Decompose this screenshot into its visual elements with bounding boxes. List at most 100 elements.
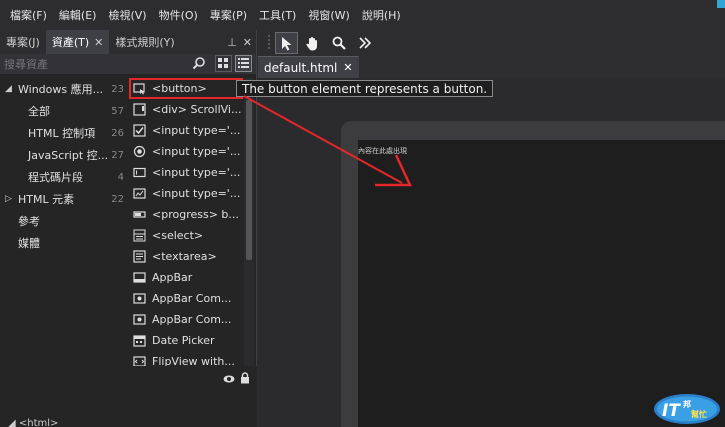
menu-item-3[interactable]: 物件(O): [153, 7, 204, 23]
zoom-tool-button[interactable]: [327, 32, 350, 54]
appbar-icon: [133, 271, 146, 284]
menu-item-6[interactable]: 視窗(W): [302, 7, 355, 23]
menu-item-5[interactable]: 工具(T): [253, 7, 302, 23]
asset-categories: ◢ Windows 應用... 23 全部 57 HTML 控制項 26 JavaScript…: [0, 78, 128, 370]
list-icon: [238, 58, 249, 68]
tab-label: 樣式規則(Y): [115, 36, 175, 49]
zoom-icon: [332, 36, 346, 50]
pointer-icon: [281, 36, 291, 50]
asset-item[interactable]: <div> ScrollVi...: [129, 99, 243, 120]
category-item[interactable]: HTML 控制項 26: [0, 122, 128, 144]
category-label: 參考: [18, 215, 40, 228]
checkbox-icon: [133, 124, 146, 137]
search-input[interactable]: [0, 54, 200, 74]
asset-item[interactable]: AppBar Com...: [129, 288, 243, 309]
asset-item[interactable]: <input type='...: [129, 141, 243, 162]
progress-icon: [133, 208, 146, 221]
category-item[interactable]: 參考: [0, 210, 128, 232]
asset-item[interactable]: AppBar Com...: [129, 309, 243, 330]
datepicker-icon: [133, 334, 146, 347]
expand-icon[interactable]: ◢: [8, 418, 19, 427]
items-scrollbar[interactable]: ▲ ▼: [244, 78, 254, 398]
tab-0[interactable]: 專案(J): [0, 30, 46, 54]
category-item[interactable]: JavaScript 控... 27: [0, 144, 128, 166]
asset-items-list: <button> <div> ScrollVi... <input type='..…: [129, 78, 243, 398]
document-tab-default-html[interactable]: default.html ✕: [258, 56, 359, 78]
asset-item[interactable]: <select>: [129, 225, 243, 246]
select-icon: [133, 229, 146, 242]
toolbar-gripper: [266, 32, 272, 54]
scroll-thumb[interactable]: [246, 100, 252, 260]
item-tooltip: The button element represents a button.: [236, 80, 494, 97]
assets-panel: 專案(J) 資產(T) ✕ 樣式規則(Y) ⊥ ✕ ◢ Windows 應用... 23 全…: [0, 30, 257, 427]
category-label: JavaScript 控...: [28, 149, 109, 162]
svg-text:幫忙: 幫忙: [691, 409, 707, 419]
grid-view-button[interactable]: [215, 55, 232, 72]
asset-item[interactable]: <progress> b...: [129, 204, 243, 225]
category-count: 57: [111, 105, 124, 117]
close-panel-icon[interactable]: ✕: [243, 36, 252, 49]
asset-item-label: <div> ScrollVi...: [152, 103, 242, 116]
asset-item-label: <input type='...: [152, 187, 241, 200]
asset-item[interactable]: <textarea>: [129, 246, 243, 267]
svg-text:IT: IT: [662, 401, 681, 421]
asset-item[interactable]: Date Picker: [129, 330, 243, 351]
category-label: HTML 元素: [18, 193, 75, 206]
category-label: HTML 控制項: [28, 127, 96, 140]
lock-icon[interactable]: [240, 372, 250, 384]
appbar-command-icon: [133, 313, 146, 326]
category-label: 程式碼片段: [28, 171, 83, 184]
menu-item-1[interactable]: 編輯(E): [53, 7, 103, 23]
search-icon[interactable]: [192, 56, 206, 70]
double-chevron-right-icon: [358, 37, 371, 49]
category-item[interactable]: 全部 57: [0, 100, 128, 122]
list-view-button[interactable]: [235, 55, 252, 72]
menu-item-4[interactable]: 專案(P): [204, 7, 253, 23]
selection-tool-button[interactable]: [275, 32, 298, 54]
category-item[interactable]: ◢ Windows 應用... 23: [0, 78, 128, 100]
dom-tree-html-node[interactable]: ◢ <html>: [8, 418, 58, 427]
pin-icon[interactable]: ⊥: [227, 36, 237, 49]
device-screen[interactable]: [358, 140, 725, 427]
scrollview-icon: [133, 103, 146, 116]
textarea-icon: [133, 250, 146, 263]
tab-1[interactable]: 資產(T) ✕: [45, 30, 110, 54]
more-tools-button[interactable]: [353, 32, 376, 54]
close-icon[interactable]: ✕: [343, 61, 352, 74]
category-count: 22: [111, 193, 124, 205]
asset-item[interactable]: AppBar: [129, 267, 243, 288]
collapse-icon[interactable]: ◢: [5, 84, 12, 94]
menu-item-0[interactable]: 檔案(F): [4, 7, 53, 23]
category-label: 媒體: [18, 237, 40, 250]
category-label: 全部: [28, 105, 50, 118]
category-count: 23: [111, 83, 124, 95]
menu-item-2[interactable]: 檢視(V): [102, 7, 152, 23]
category-item[interactable]: 媒體: [0, 232, 128, 254]
asset-item-label: AppBar Com...: [152, 313, 232, 326]
eye-icon[interactable]: [223, 374, 235, 384]
menu-item-7[interactable]: 說明(H): [356, 7, 407, 23]
asset-item[interactable]: <input type='...: [129, 120, 243, 141]
asset-item[interactable]: <button>: [129, 78, 243, 99]
expand-icon[interactable]: ▷: [5, 194, 12, 204]
asset-item-label: <input type='...: [152, 145, 241, 158]
tab-label: 資產(T): [51, 36, 90, 49]
pan-tool-button[interactable]: [301, 32, 324, 54]
search-row: [0, 54, 256, 74]
textbox-icon: [133, 166, 146, 179]
range-icon: [133, 187, 146, 200]
tab-2[interactable]: 樣式規則(Y): [109, 30, 180, 54]
window-accent-corner: [717, 0, 725, 8]
asset-item[interactable]: <input type='...: [129, 183, 243, 204]
category-item[interactable]: 程式碼片段 4: [0, 166, 128, 188]
asset-item[interactable]: <input type='...: [129, 162, 243, 183]
panel-tabs: 專案(J) 資產(T) ✕ 樣式規則(Y) ⊥ ✕: [0, 30, 256, 54]
asset-item-label: <input type='...: [152, 124, 241, 137]
asset-item-label: <textarea>: [152, 250, 217, 263]
tab-label: 專案(J): [6, 36, 40, 49]
category-item[interactable]: ▷ HTML 元素 22: [0, 188, 128, 210]
close-icon[interactable]: ✕: [94, 36, 103, 49]
category-count: 27: [111, 149, 124, 161]
hand-icon: [306, 36, 317, 50]
dom-panel-body: ◢ <html>: [0, 366, 257, 427]
